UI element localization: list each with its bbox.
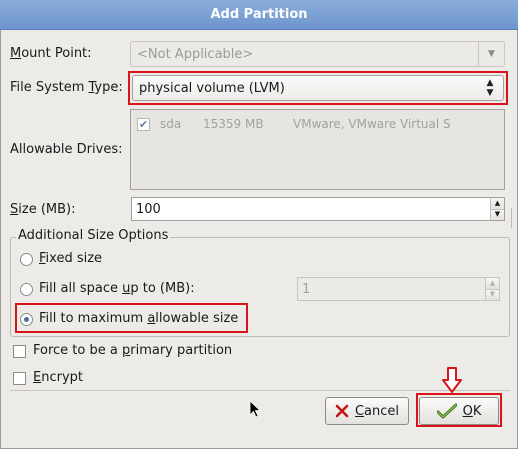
spin-down-icon[interactable]: ▼ xyxy=(491,208,504,220)
fill-upto-label[interactable]: Fill all space up to (MB): xyxy=(39,281,195,296)
spin-up-icon[interactable]: ▲ xyxy=(491,198,504,209)
mount-point-label: Mount Point: xyxy=(10,46,92,61)
add-partition-dialog: Mount Point: <Not Applicable> ▼ File Sys… xyxy=(0,30,518,449)
fill-upto-spinner[interactable]: 1 ▲ ▼ xyxy=(297,277,500,301)
drive-name: sda xyxy=(160,117,182,131)
primary-partition-checkbox[interactable] xyxy=(13,345,26,358)
size-value: 100 xyxy=(136,201,161,217)
encrypt-label[interactable]: Encrypt xyxy=(33,370,83,385)
mount-point-combo[interactable]: <Not Applicable> ▼ xyxy=(130,41,505,67)
spin-down-icon[interactable]: ▼ xyxy=(486,288,499,300)
size-options-title: Additional Size Options xyxy=(16,228,171,243)
fill-max-label[interactable]: Fill to maximum allowable size xyxy=(39,311,238,326)
fill-max-radio[interactable] xyxy=(20,313,33,326)
primary-partition-label[interactable]: Force to be a primary partition xyxy=(33,343,232,358)
fs-type-label: File System Type: xyxy=(10,80,123,95)
size-spinner[interactable]: 100 ▲ ▼ xyxy=(131,197,505,221)
cancel-x-icon xyxy=(335,404,349,418)
fill-upto-radio[interactable] xyxy=(20,283,33,296)
size-label: Size (MB): xyxy=(10,202,76,217)
chevron-down-icon: ▼ xyxy=(478,42,504,66)
fs-type-combo[interactable]: physical volume (LVM) ▲ ▼ xyxy=(132,75,504,101)
dialog-title-bar: Add Partition xyxy=(0,0,518,30)
drive-size: 15359 MB xyxy=(203,117,264,131)
drive-row-sda[interactable]: ✔ sda 15359 MB VMware, VMware Virtual S xyxy=(137,116,451,132)
dialog-title: Add Partition xyxy=(210,7,308,22)
updown-arrows-icon: ▲ ▼ xyxy=(486,78,494,98)
allowable-drives-list[interactable]: ✔ sda 15359 MB VMware, VMware Virtual S xyxy=(130,109,505,190)
ok-button[interactable]: OK xyxy=(419,397,499,425)
fs-type-value: physical volume (LVM) xyxy=(139,80,285,96)
drive-checkbox[interactable]: ✔ xyxy=(137,117,150,131)
fixed-size-label[interactable]: Fixed size xyxy=(39,251,102,266)
mount-point-value: <Not Applicable> xyxy=(137,46,254,62)
scroll-edge xyxy=(511,208,518,228)
cancel-label: Cancel xyxy=(354,403,400,419)
allowable-drives-label: Allowable Drives: xyxy=(10,142,123,157)
ok-check-icon xyxy=(436,403,457,419)
drive-model: VMware, VMware Virtual S xyxy=(293,117,451,131)
fixed-size-radio[interactable] xyxy=(20,253,33,266)
cancel-button[interactable]: Cancel xyxy=(325,397,409,425)
spin-up-icon[interactable]: ▲ xyxy=(486,278,499,289)
mouse-pointer-icon xyxy=(249,400,261,418)
fill-upto-value: 1 xyxy=(302,281,311,297)
separator xyxy=(10,390,510,391)
ok-label: OK xyxy=(462,403,482,419)
encrypt-checkbox[interactable] xyxy=(13,372,26,385)
arrow-down-icon xyxy=(442,367,462,393)
